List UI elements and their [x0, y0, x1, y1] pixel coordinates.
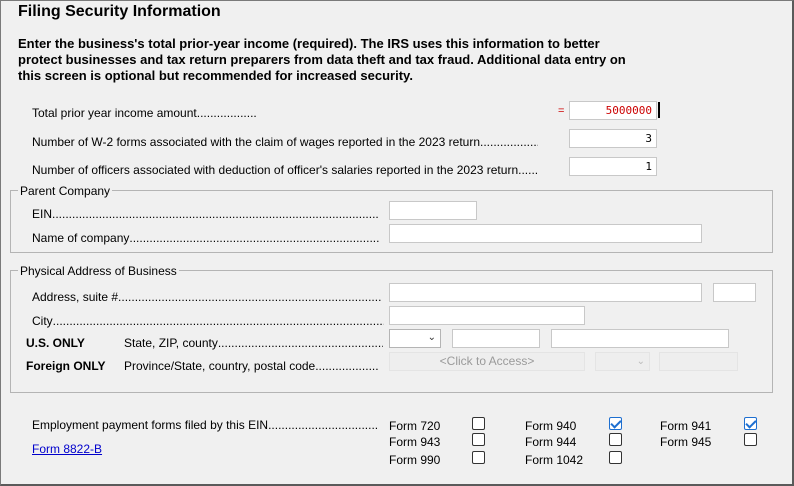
ein-label: EIN.....................................… [32, 207, 378, 221]
leader-dots: ........................................… [268, 418, 379, 432]
ein-field[interactable] [389, 201, 477, 220]
postal-code-field-disabled[interactable] [659, 352, 738, 371]
w2-forms-field[interactable]: 3 [569, 129, 657, 148]
suite-field[interactable] [713, 283, 756, 302]
physical-address-legend: Physical Address of Business [18, 264, 179, 278]
form-943-label: Form 943 [389, 435, 441, 449]
form-8822b-link-text[interactable]: Form 8822-B [32, 442, 102, 456]
form-945-checkbox[interactable] [744, 433, 757, 446]
company-name-text: Name of company [32, 231, 130, 245]
form-990-label: Form 990 [389, 453, 441, 467]
form-990-checkbox[interactable] [472, 451, 485, 464]
address-text: Address, suite # [32, 290, 119, 304]
leader-dots: ........................................… [196, 106, 257, 120]
form-941-checkbox[interactable] [744, 417, 757, 430]
officers-field[interactable]: 1 [569, 157, 657, 176]
employment-forms-text: Employment payment forms filed by this E… [32, 418, 269, 432]
form-940-label: Form 940 [525, 419, 577, 433]
form-944-checkbox[interactable] [609, 433, 622, 446]
form-720-label: Form 720 [389, 419, 441, 433]
province-label: Province/State, country, postal code....… [124, 359, 378, 373]
province-text: Province/State, country, postal code [124, 359, 316, 373]
form-720-checkbox[interactable] [472, 417, 485, 430]
form-1042-label: Form 1042 [525, 453, 584, 467]
form-945-label: Form 945 [660, 435, 712, 449]
prior-year-income-field[interactable]: 5000000 [569, 101, 657, 120]
foreign-only-label: Foreign ONLY [26, 359, 106, 373]
prior-year-income-label: Total prior year income amount..........… [32, 106, 257, 120]
city-text: City [32, 314, 53, 328]
form-1042-checkbox[interactable] [609, 451, 622, 464]
address-field[interactable] [389, 283, 702, 302]
leader-dots: ........................................… [518, 163, 539, 177]
leader-dots: ........................................… [480, 135, 538, 149]
form-941-label: Form 941 [660, 419, 712, 433]
text-cursor [658, 102, 660, 118]
province-click-to-access[interactable]: <Click to Access> [389, 352, 585, 371]
state-zip-text: State, ZIP, county [124, 336, 218, 350]
company-name-field[interactable] [389, 224, 702, 243]
leader-dots: ........................................… [52, 314, 384, 328]
company-name-label: Name of company.........................… [32, 231, 379, 245]
zip-field[interactable] [452, 329, 540, 348]
state-dropdown[interactable]: ⌄ [389, 329, 441, 348]
officers-label: Number of officers associated with deduc… [32, 163, 538, 177]
chevron-down-icon: ⌄ [427, 332, 436, 343]
parent-company-legend: Parent Company [18, 184, 113, 198]
county-field[interactable] [551, 329, 729, 348]
us-only-label: U.S. ONLY [26, 336, 85, 350]
leader-dots: ........................................… [315, 359, 379, 373]
form-943-checkbox[interactable] [472, 433, 485, 446]
leader-dots: ........................................… [129, 231, 380, 245]
address-label: Address, suite #........................… [32, 290, 381, 304]
page-title: Filing Security Information [18, 3, 221, 20]
w2-forms-text: Number of W-2 forms associated with the … [32, 135, 480, 149]
chevron-down-icon: ⌄ [636, 356, 645, 367]
employment-forms-label: Employment payment forms filed by this E… [32, 418, 378, 432]
country-dropdown-disabled[interactable]: ⌄ [595, 352, 650, 371]
state-zip-label: State, ZIP, county......................… [124, 336, 383, 350]
w2-forms-label: Number of W-2 forms associated with the … [32, 135, 538, 149]
leader-dots: ........................................… [217, 336, 383, 350]
officers-text: Number of officers associated with deduc… [32, 163, 519, 177]
leader-dots: ........................................… [52, 207, 378, 221]
city-field[interactable] [389, 306, 585, 325]
ein-text: EIN [32, 207, 53, 221]
city-label: City....................................… [32, 314, 384, 328]
form-940-checkbox[interactable] [609, 417, 622, 430]
form-8822b-link[interactable]: Form 8822-B [32, 442, 102, 456]
form-944-label: Form 944 [525, 435, 577, 449]
intro-text: Enter the business's total prior-year in… [18, 36, 626, 83]
prior-year-income-text: Total prior year income amount [32, 106, 197, 120]
leader-dots: ........................................… [118, 290, 382, 304]
required-equals: = [558, 105, 565, 117]
